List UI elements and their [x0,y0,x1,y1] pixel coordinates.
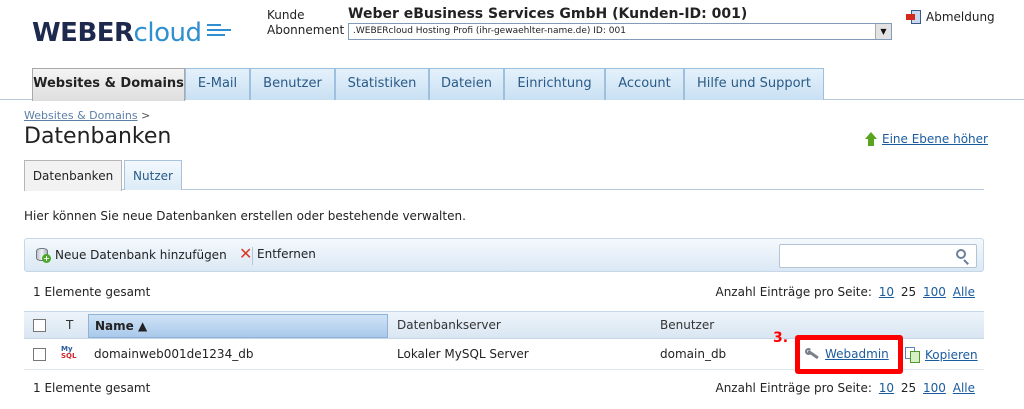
customer-label: Kunde [267,8,305,22]
sub-tabs: Datenbanken Nutzer [0,160,1024,191]
col-type-header: T [66,318,74,332]
per-page-10[interactable]: 10 [879,285,894,299]
row-checkbox[interactable] [33,348,46,361]
page-description: Hier können Sie neue Datenbanken erstell… [24,209,466,223]
tab-statistiken[interactable]: Statistiken [335,68,429,100]
database-add-icon: + [35,247,51,263]
tab-account[interactable]: Account [605,68,684,100]
subscription-value: .WEBERcloud Hosting Profi (ihr-gewaehlte… [353,26,626,36]
per-page-100-bottom[interactable]: 100 [923,381,946,395]
per-page-label: Anzahl Einträge pro Seite: [715,285,872,299]
copy-label: Kopieren [925,348,978,362]
up-arrow-icon [864,132,878,146]
tab-hilfe-support[interactable]: Hilfe und Support [684,68,824,100]
step-annotation: 3. [773,330,789,346]
breadcrumb-separator: > [141,109,151,122]
per-page-label-bottom: Anzahl Einträge pro Seite: [715,381,872,395]
per-page-25: 25 [900,285,917,299]
header-labels: Kunde Abonnement [267,8,344,38]
subscription-select[interactable]: .WEBERcloud Hosting Profi (ihr-gewaehlte… [348,23,892,40]
tab-datenbanken[interactable]: Datenbanken [24,160,122,191]
remove-label: Entfernen [257,247,316,261]
logout-label: Abmeldung [926,10,995,24]
breadcrumb-link-websites[interactable]: Websites & Domains [24,109,138,122]
tab-websites-domains[interactable]: Websites & Domains [32,68,185,101]
per-page-all-bottom[interactable]: Alle [953,381,975,395]
delete-icon: ✕ [239,244,253,263]
subscription-label: Abonnement [267,23,345,37]
add-database-label: Neue Datenbank hinzufügen [55,248,227,262]
per-page-selector-bottom: Anzahl Einträge pro Seite: 10 25 100 All… [715,381,975,395]
search-input[interactable] [779,244,977,268]
copy-link[interactable]: Kopieren [905,347,978,363]
breadcrumb: Websites & Domains > [24,109,150,122]
tab-nutzer[interactable]: Nutzer [124,160,182,190]
pagination-top: 1 Elemente gesamt Anzahl Einträge pro Se… [24,285,984,303]
tab-benutzer[interactable]: Benutzer [250,68,335,100]
company-name: Weber eBusiness Services GmbH (Kunden-ID… [348,6,748,22]
page-title: Datenbanken [24,124,172,149]
mysql-icon: My SQL [61,345,77,360]
up-level-label: Eine Ebene höher [882,132,988,146]
tab-einrichtung[interactable]: Einrichtung [504,68,605,100]
select-all-checkbox[interactable] [33,319,46,332]
logout-icon [906,9,922,25]
logo-weber: WEBER [32,18,134,48]
add-database-button[interactable]: + Neue Datenbank hinzufügen [35,247,227,263]
logo: WEBER cloud [32,18,232,48]
total-count: 1 Elemente gesamt [33,285,151,299]
remove-button[interactable]: ✕ Entfernen [239,244,316,263]
up-level-link[interactable]: Eine Ebene höher [864,132,988,146]
db-user: domain_db [660,347,727,361]
toolbar: + Neue Datenbank hinzufügen ✕ Entfernen [24,238,984,272]
tab-dateien[interactable]: Dateien [429,68,504,100]
per-page-selector: Anzahl Einträge pro Seite: 10 25 100 All… [715,285,975,299]
per-page-100[interactable]: 100 [923,285,946,299]
total-count-bottom: 1 Elemente gesamt [33,381,151,395]
logo-lines-icon [207,24,232,36]
per-page-all[interactable]: Alle [953,285,975,299]
tab-email[interactable]: E-Mail [185,68,250,100]
db-name: domainweb001de1234_db [94,347,254,361]
col-name-header[interactable]: Name ▲ [88,314,388,338]
copy-icon [905,347,921,363]
logout-link[interactable]: Abmeldung [906,9,995,25]
dropdown-arrow-icon[interactable]: ▼ [875,24,891,39]
main-nav: Websites & Domains E-Mail Benutzer Stati… [0,68,1024,101]
col-server-header: Datenbankserver [397,318,501,332]
highlight-box [795,335,903,374]
per-page-10-bottom[interactable]: 10 [879,381,894,395]
db-server: Lokaler MySQL Server [397,347,529,361]
search-icon[interactable] [956,249,970,265]
per-page-25-bottom: 25 [900,381,917,395]
col-user-header: Benutzer [660,318,715,332]
logo-cloud: cloud [133,18,202,48]
pagination-bottom: 1 Elemente gesamt Anzahl Einträge pro Se… [24,381,984,399]
